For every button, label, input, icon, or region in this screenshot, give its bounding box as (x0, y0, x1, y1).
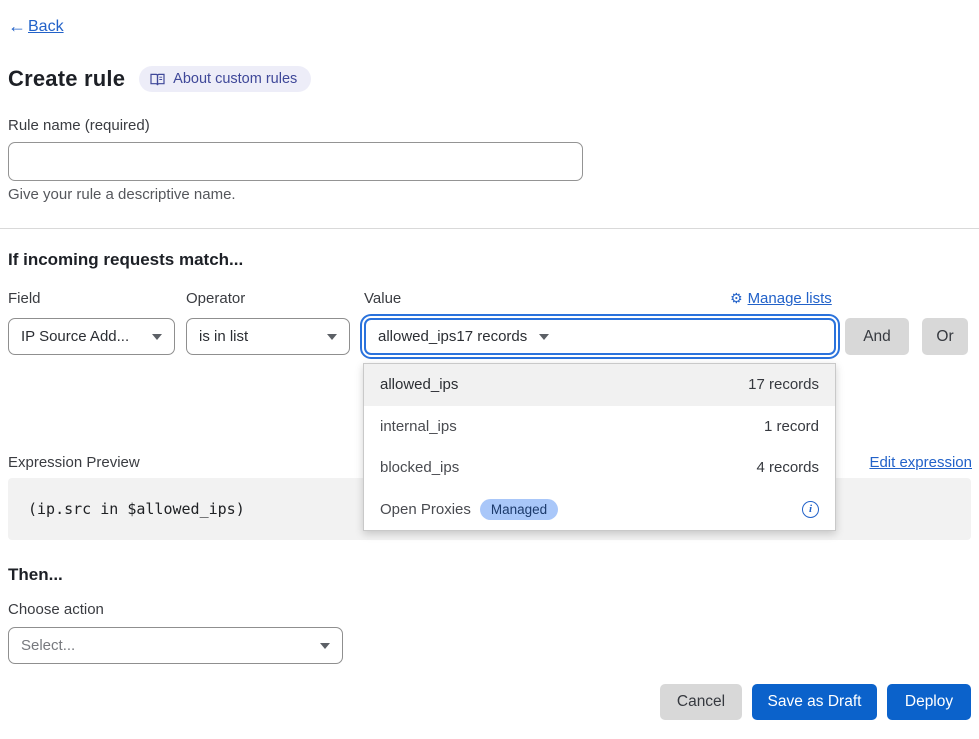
info-icon[interactable]: i (802, 501, 819, 518)
value-select-value: allowed_ips (378, 328, 456, 345)
value-select[interactable]: allowed_ips 17 records (364, 318, 836, 355)
match-section-heading: If incoming requests match... (8, 250, 243, 270)
page-title: Create rule (8, 66, 125, 92)
chevron-down-icon (152, 334, 162, 340)
manage-lists-link[interactable]: ⚙ Manage lists (730, 290, 832, 307)
field-select-value: IP Source Add... (21, 328, 144, 345)
and-button[interactable]: And (845, 318, 909, 355)
value-dropdown-panel: allowed_ips 17 records internal_ips 1 re… (363, 363, 836, 531)
list-item-count: 1 record (764, 418, 819, 435)
list-item-name: internal_ips (380, 418, 764, 435)
operator-select-value: is in list (199, 328, 319, 345)
value-label: Value (364, 290, 401, 307)
list-item-name: blocked_ips (380, 459, 756, 476)
section-divider (0, 228, 979, 229)
dropdown-item-allowed-ips[interactable]: allowed_ips 17 records (364, 364, 835, 406)
chevron-down-icon (539, 334, 549, 340)
action-select[interactable]: Select... (8, 627, 343, 664)
back-link[interactable]: ← Back (8, 16, 64, 37)
dropdown-item-blocked-ips[interactable]: blocked_ips 4 records (364, 447, 835, 489)
list-item-count: 4 records (756, 459, 819, 476)
list-item-count: 17 records (748, 376, 819, 393)
expression-preview-label: Expression Preview (8, 454, 140, 471)
operator-select[interactable]: is in list (186, 318, 350, 355)
then-section-heading: Then... (8, 565, 63, 585)
title-row: Create rule About custom rules (8, 66, 311, 92)
deploy-button[interactable]: Deploy (887, 684, 971, 720)
chevron-down-icon (327, 334, 337, 340)
field-select[interactable]: IP Source Add... (8, 318, 175, 355)
about-custom-rules-badge[interactable]: About custom rules (139, 66, 311, 92)
edit-expression-link[interactable]: Edit expression (869, 454, 972, 471)
cancel-button[interactable]: Cancel (660, 684, 742, 720)
back-arrow-icon: ← (8, 16, 26, 37)
list-item-name: Open Proxies (380, 501, 471, 518)
operator-label: Operator (186, 290, 245, 307)
list-item-name: allowed_ips (380, 376, 748, 393)
action-select-placeholder: Select... (21, 637, 312, 654)
value-select-count: 17 records (456, 328, 527, 345)
create-rule-page: ← Back Create rule About custom rules Ru… (0, 0, 979, 739)
or-button[interactable]: Or (922, 318, 968, 355)
chevron-down-icon (320, 643, 330, 649)
dropdown-item-open-proxies[interactable]: Open Proxies Managed i (364, 489, 835, 531)
manage-lists-label: Manage lists (748, 290, 832, 307)
field-label: Field (8, 290, 41, 307)
back-link-label: Back (28, 18, 64, 36)
dropdown-item-internal-ips[interactable]: internal_ips 1 record (364, 406, 835, 448)
save-as-draft-button[interactable]: Save as Draft (752, 684, 877, 720)
book-icon (150, 73, 165, 86)
expression-code: (ip.src in $allowed_ips) (28, 500, 245, 518)
rule-name-helper-text: Give your rule a descriptive name. (8, 186, 236, 203)
rule-name-input[interactable] (8, 142, 583, 181)
managed-badge: Managed (480, 499, 558, 520)
choose-action-label: Choose action (8, 601, 104, 618)
rule-name-label: Rule name (required) (8, 117, 150, 134)
about-badge-label: About custom rules (173, 71, 297, 87)
gear-icon: ⚙ (730, 290, 743, 307)
